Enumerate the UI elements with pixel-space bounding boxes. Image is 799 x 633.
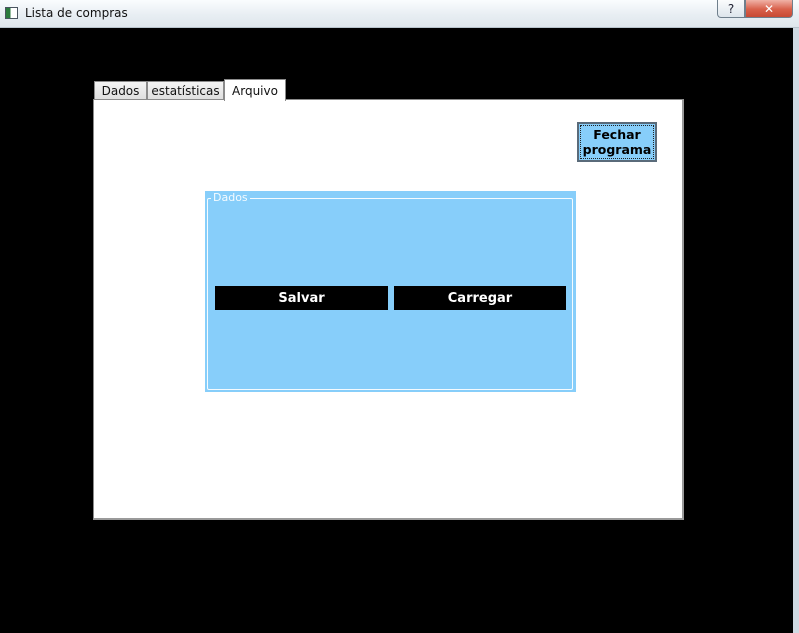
help-icon: ? <box>727 1 735 16</box>
window-right-edge <box>793 28 799 633</box>
tab-estatisticas[interactable]: estatísticas <box>147 81 224 100</box>
close-program-button[interactable]: Fechar programa <box>577 122 657 162</box>
tab-dados[interactable]: Dados <box>94 81 147 100</box>
tab-label: Arquivo <box>232 83 278 98</box>
close-icon: ✕ <box>763 1 775 16</box>
tab-label: estatísticas <box>151 84 220 98</box>
title-bar: Lista de compras ? ✕ <box>0 0 799 28</box>
app-window-icon <box>5 7 18 19</box>
window-title: Lista de compras <box>25 6 128 20</box>
close-window-button[interactable]: ✕ <box>745 0 793 18</box>
save-button[interactable]: Salvar <box>215 286 388 310</box>
tab-arquivo[interactable]: Arquivo <box>224 79 286 101</box>
tab-label: Dados <box>101 84 140 98</box>
tab-pane-arquivo: Fechar programa Dados Salvar Carregar <box>93 99 684 520</box>
help-button[interactable]: ? <box>717 0 745 18</box>
dados-group-box: Dados Salvar Carregar <box>205 191 576 392</box>
load-button[interactable]: Carregar <box>394 286 566 310</box>
group-title: Dados <box>211 191 250 204</box>
